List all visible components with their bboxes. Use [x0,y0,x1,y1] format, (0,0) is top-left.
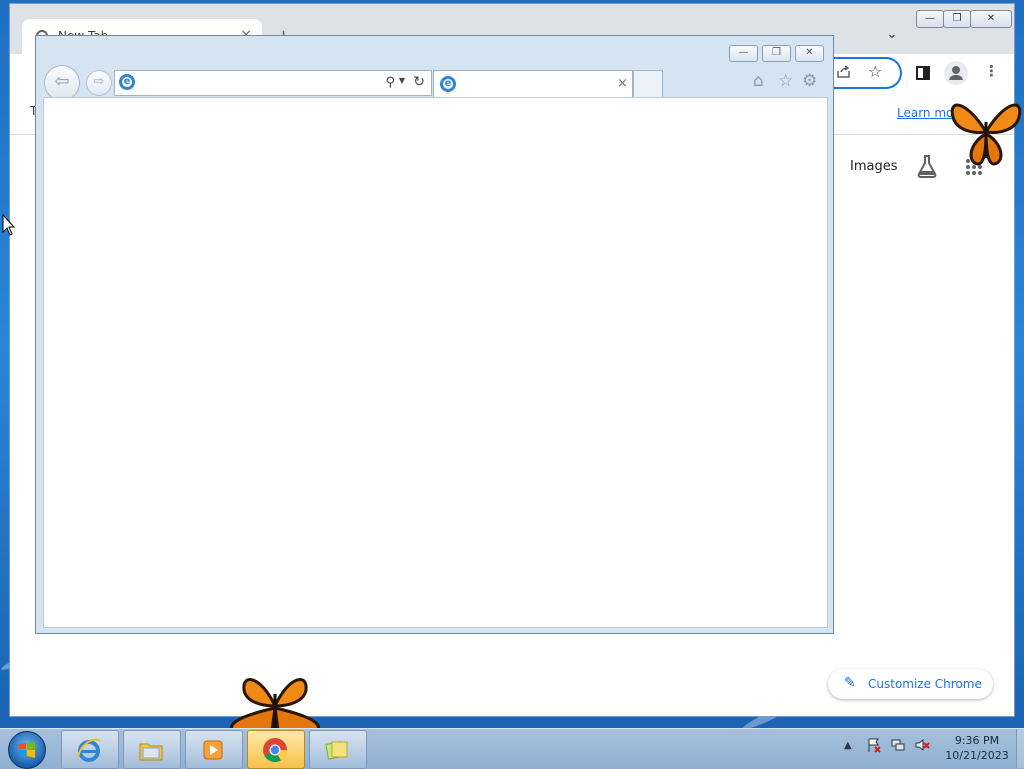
ie-tab-close-icon[interactable]: × [617,76,628,91]
ie-page-icon: e [119,74,135,90]
back-arrow-icon: ⇦ [54,71,70,92]
forward-arrow-icon: ⇨ [93,74,105,89]
taskbar: ▲ 9:36 PM 10/21/2023 [0,728,1024,769]
ie-icon [77,738,101,762]
ie-close-button[interactable]: ✕ [795,45,824,62]
sticky-notes-icon [325,741,348,760]
chrome-icon [263,738,287,763]
profile-avatar[interactable] [944,61,968,85]
bookmark-star-icon[interactable]: ☆ [868,62,882,81]
ie-tab-icon: e [440,76,456,92]
ie-restore-button[interactable]: ❐ [762,45,791,62]
taskbar-ie-button[interactable] [61,730,119,769]
ie-address-bar[interactable]: e ⚲ ▼ ↻ [114,70,432,96]
taskbar-sticky-notes-button[interactable] [309,730,367,769]
start-button[interactable] [8,731,46,769]
chrome-minimize-button[interactable]: — [916,10,944,28]
back-button[interactable]: ⇦ [44,65,80,101]
clock[interactable]: 9:36 PM 10/21/2023 [940,733,1014,763]
share-icon[interactable] [836,65,852,79]
taskbar-chrome-button[interactable] [247,730,305,769]
tab-search-chevron-icon[interactable]: ⌄ [886,26,898,42]
clock-time: 9:36 PM [954,734,1000,747]
action-center-flag-icon[interactable] [866,737,882,753]
ie-new-tab-button[interactable] [633,70,663,98]
omnibox[interactable]: ☆ [828,57,902,89]
media-player-icon [203,740,223,760]
images-link[interactable]: Images [850,159,898,174]
clock-date: 10/21/2023 [945,749,1009,762]
show-desktop-button[interactable] [1016,729,1024,768]
dropdown-arrow-icon[interactable]: ▼ [399,76,405,85]
forward-button[interactable]: ⇨ [86,70,112,96]
search-icon[interactable]: ⚲ [385,75,395,90]
home-icon[interactable]: ⌂ [753,71,764,91]
folder-icon [139,743,163,761]
chrome-menu-icon[interactable]: ⋮ [984,62,999,80]
taskbar-explorer-button[interactable] [123,730,181,769]
taskbar-media-player-button[interactable] [185,730,243,769]
labs-flask-icon[interactable] [916,154,938,178]
profile-icon [949,66,963,80]
ie-page-content[interactable] [43,97,828,628]
pencil-icon: ✎ [844,675,856,691]
butterfly-decoration-icon [950,103,1022,166]
tools-gear-icon[interactable]: ⚙ [802,71,817,91]
ie-tab[interactable]: e × [433,70,633,98]
ie-minimize-button[interactable]: — [729,45,758,62]
refresh-icon[interactable]: ↻ [413,74,425,90]
internet-explorer-window: — ❐ ✕ ⇦ ⇨ e ⚲ ▼ ↻ e × ⌂ ☆ ⚙ [35,35,834,634]
volume-muted-icon[interactable] [914,737,930,753]
favorites-star-icon[interactable]: ☆ [778,71,793,91]
butterfly-decoration-icon [230,678,320,732]
customize-chrome-button[interactable]: ✎ Customize Chrome [828,669,993,699]
network-icon[interactable] [890,737,906,753]
windows-logo-icon [19,742,35,758]
chrome-close-button[interactable]: ✕ [970,10,1012,28]
mouse-cursor-icon [2,214,16,236]
customize-chrome-label: Customize Chrome [868,677,982,691]
show-hidden-icons-arrow-icon[interactable]: ▲ [844,740,860,756]
side-panel-icon[interactable] [916,66,930,80]
chrome-restore-button[interactable]: ❐ [943,10,971,28]
